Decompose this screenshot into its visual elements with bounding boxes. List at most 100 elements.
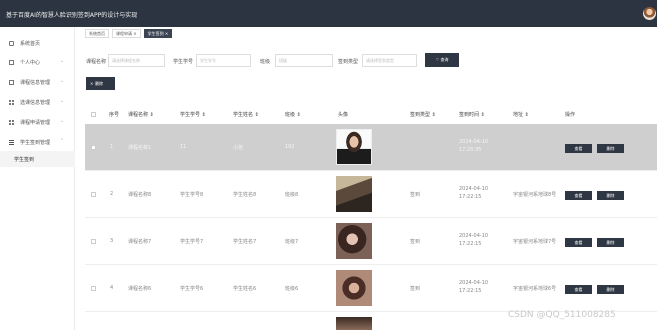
cell-type: 签到 — [410, 286, 421, 292]
sidebar-item-course-info[interactable]: 课程信息管理 ⌄ — [0, 74, 75, 90]
delete-button[interactable]: 删除 — [597, 144, 624, 153]
cell-class: 班级7 — [285, 239, 299, 245]
avatar-thumbnail[interactable] — [336, 176, 372, 212]
col-type[interactable]: 签到类型 ⇕ — [410, 111, 436, 118]
sidebar-item-label: 学生签到管理 — [20, 139, 51, 146]
chevron-up-icon: ⌃ — [60, 138, 65, 144]
col-actions: 操作 — [565, 112, 576, 118]
cell-type: 签到 — [410, 239, 421, 245]
row-checkbox[interactable] — [91, 239, 96, 244]
search-button[interactable]: ♡ 查询 — [425, 53, 459, 67]
cell-name: 小张 — [233, 145, 244, 151]
row-checkbox[interactable] — [91, 192, 96, 197]
view-button[interactable]: 查看 — [565, 191, 592, 200]
cell-time: 2024-04-10 17:20:35 — [459, 139, 489, 153]
cell-address: 宇宙银河系地球8号 — [513, 192, 557, 198]
row-checkbox[interactable] — [91, 145, 96, 150]
close-icon: × — [90, 81, 94, 86]
sidebar-item-enrollment[interactable]: 选课信息管理 ⌄ — [0, 94, 75, 110]
sidebar-item-signin-manage[interactable]: 学生签到管理 ⌃ — [0, 134, 75, 150]
cell-index: 1 — [110, 144, 114, 150]
chevron-down-icon: ⌄ — [60, 78, 65, 84]
cell-student-id: 11 — [180, 144, 187, 150]
delete-selected-button[interactable]: × 删除 — [86, 77, 115, 90]
sidebar-item-course-apply[interactable]: 课程申请管理 ⌄ — [0, 114, 75, 130]
delete-label: 删除 — [95, 81, 103, 86]
avatar-thumbnail[interactable] — [336, 270, 372, 306]
cell-name: 学生姓名6 — [233, 286, 257, 292]
top-bar: 基于百度AI的智慧人脸识别签到APP的设计与实现 — [0, 0, 657, 27]
cell-time: 2024-04-10 17:22:15 — [459, 280, 489, 294]
sidebar-item-profile[interactable]: 个人中心 ⌄ — [0, 54, 75, 70]
cell-class: 班级6 — [285, 286, 299, 292]
sidebar-item-home[interactable]: 系统首页 — [0, 35, 75, 51]
select-all-checkbox[interactable] — [91, 112, 96, 117]
table-row[interactable]: 1 课程名称1 11 小张 192 2024-04-10 17:20:35 查看… — [85, 124, 657, 171]
cell-time: 2024-04-10 17:22:15 — [459, 233, 489, 247]
avatar-thumbnail[interactable] — [336, 129, 372, 165]
cell-type: 签到 — [410, 192, 421, 198]
cell-index: 2 — [110, 191, 114, 197]
col-student-id[interactable]: 学生学号 ⇕ — [180, 111, 206, 118]
tab-home[interactable]: 系统首页 — [85, 29, 109, 38]
cell-student-id: 学生学号6 — [180, 286, 204, 292]
signin-type-label: 签到类型 — [338, 59, 359, 65]
cell-course: 课程名称6 — [128, 286, 152, 292]
tab-course-apply[interactable]: 课程申请 × — [112, 29, 141, 38]
col-course[interactable]: 课程名称 ⇕ — [128, 111, 154, 118]
student-id-label: 学生学号 — [173, 59, 194, 65]
avatar-thumbnail[interactable] — [336, 317, 372, 330]
home-icon — [9, 40, 14, 46]
sidebar-item-label: 系统首页 — [20, 40, 41, 47]
chevron-down-icon: ⌄ — [60, 98, 65, 104]
cell-time: 2024-04-10 17:22:15 — [459, 186, 489, 200]
cell-course: 课程名称8 — [128, 192, 152, 198]
view-button[interactable]: 查看 — [565, 144, 592, 153]
list-icon — [9, 139, 14, 145]
view-button[interactable]: 查看 — [565, 285, 592, 294]
heart-icon: ♡ — [435, 57, 440, 62]
cell-name: 学生姓名7 — [233, 239, 257, 245]
cell-address: 宇宙银河系地球7号 — [513, 239, 557, 245]
table-row[interactable]: 3 课程名称7 学生学号7 学生姓名7 班级7 签到 2024-04-10 17… — [85, 218, 657, 265]
cell-address: 宇宙银河系地球6号 — [513, 286, 557, 292]
chevron-down-icon: ⌄ — [60, 118, 65, 124]
sidebar-item-label: 课程申请管理 — [20, 119, 51, 126]
sidebar-item-label: 选课信息管理 — [20, 99, 51, 106]
cell-index: 3 — [110, 238, 114, 244]
grid-icon — [9, 119, 14, 125]
col-class[interactable]: 班级 ⇕ — [285, 111, 301, 118]
delete-button[interactable]: 删除 — [597, 238, 624, 247]
col-address[interactable]: 地址 ⇕ — [513, 111, 529, 118]
app-title: 基于百度AI的智慧人脸识别签到APP的设计与实现 — [6, 12, 138, 19]
user-avatar[interactable] — [643, 7, 656, 20]
sidebar-item-label: 个人中心 — [20, 59, 41, 66]
col-name[interactable]: 学生姓名 ⇕ — [233, 111, 259, 118]
cell-class: 班级8 — [285, 192, 299, 198]
view-button[interactable]: 查看 — [565, 238, 592, 247]
watermark: CSDN @QQ_511008285 — [508, 310, 616, 320]
delete-button[interactable]: 删除 — [597, 285, 624, 294]
course-name-select[interactable]: 请选择课程名称 — [108, 54, 165, 67]
sidebar-item-label: 学生签到 — [14, 156, 35, 163]
cell-class: 192 — [285, 144, 295, 150]
sidebar-subitem-signin[interactable]: 学生签到 — [0, 151, 75, 167]
delete-button[interactable]: 删除 — [597, 191, 624, 200]
grid-icon — [9, 99, 14, 105]
course-name-label: 课程名称 — [86, 59, 107, 65]
row-checkbox[interactable] — [91, 286, 96, 291]
signin-type-select[interactable]: 请选择签到类型 — [362, 54, 417, 67]
student-id-input[interactable]: 学生学号 — [196, 54, 251, 67]
col-index: 序号 — [109, 112, 120, 118]
cell-student-id: 学生学号7 — [180, 239, 204, 245]
class-input[interactable]: 班级 — [275, 54, 333, 67]
course-icon — [9, 79, 14, 85]
tab-signin[interactable]: 学生签到 × — [143, 29, 173, 38]
tab-bar: 系统首页 课程申请 × 学生签到 × — [85, 29, 173, 39]
col-time[interactable]: 签到时间 ⇕ — [459, 111, 485, 118]
avatar-thumbnail[interactable] — [336, 223, 372, 259]
sidebar-item-label: 课程信息管理 — [20, 79, 51, 86]
cell-index: 4 — [110, 285, 114, 291]
table-row[interactable]: 4 课程名称6 学生学号6 学生姓名6 班级6 签到 2024-04-10 17… — [85, 265, 657, 312]
table-row[interactable]: 2 课程名称8 学生学号8 学生姓名8 班级8 签到 2024-04-10 17… — [85, 171, 657, 218]
